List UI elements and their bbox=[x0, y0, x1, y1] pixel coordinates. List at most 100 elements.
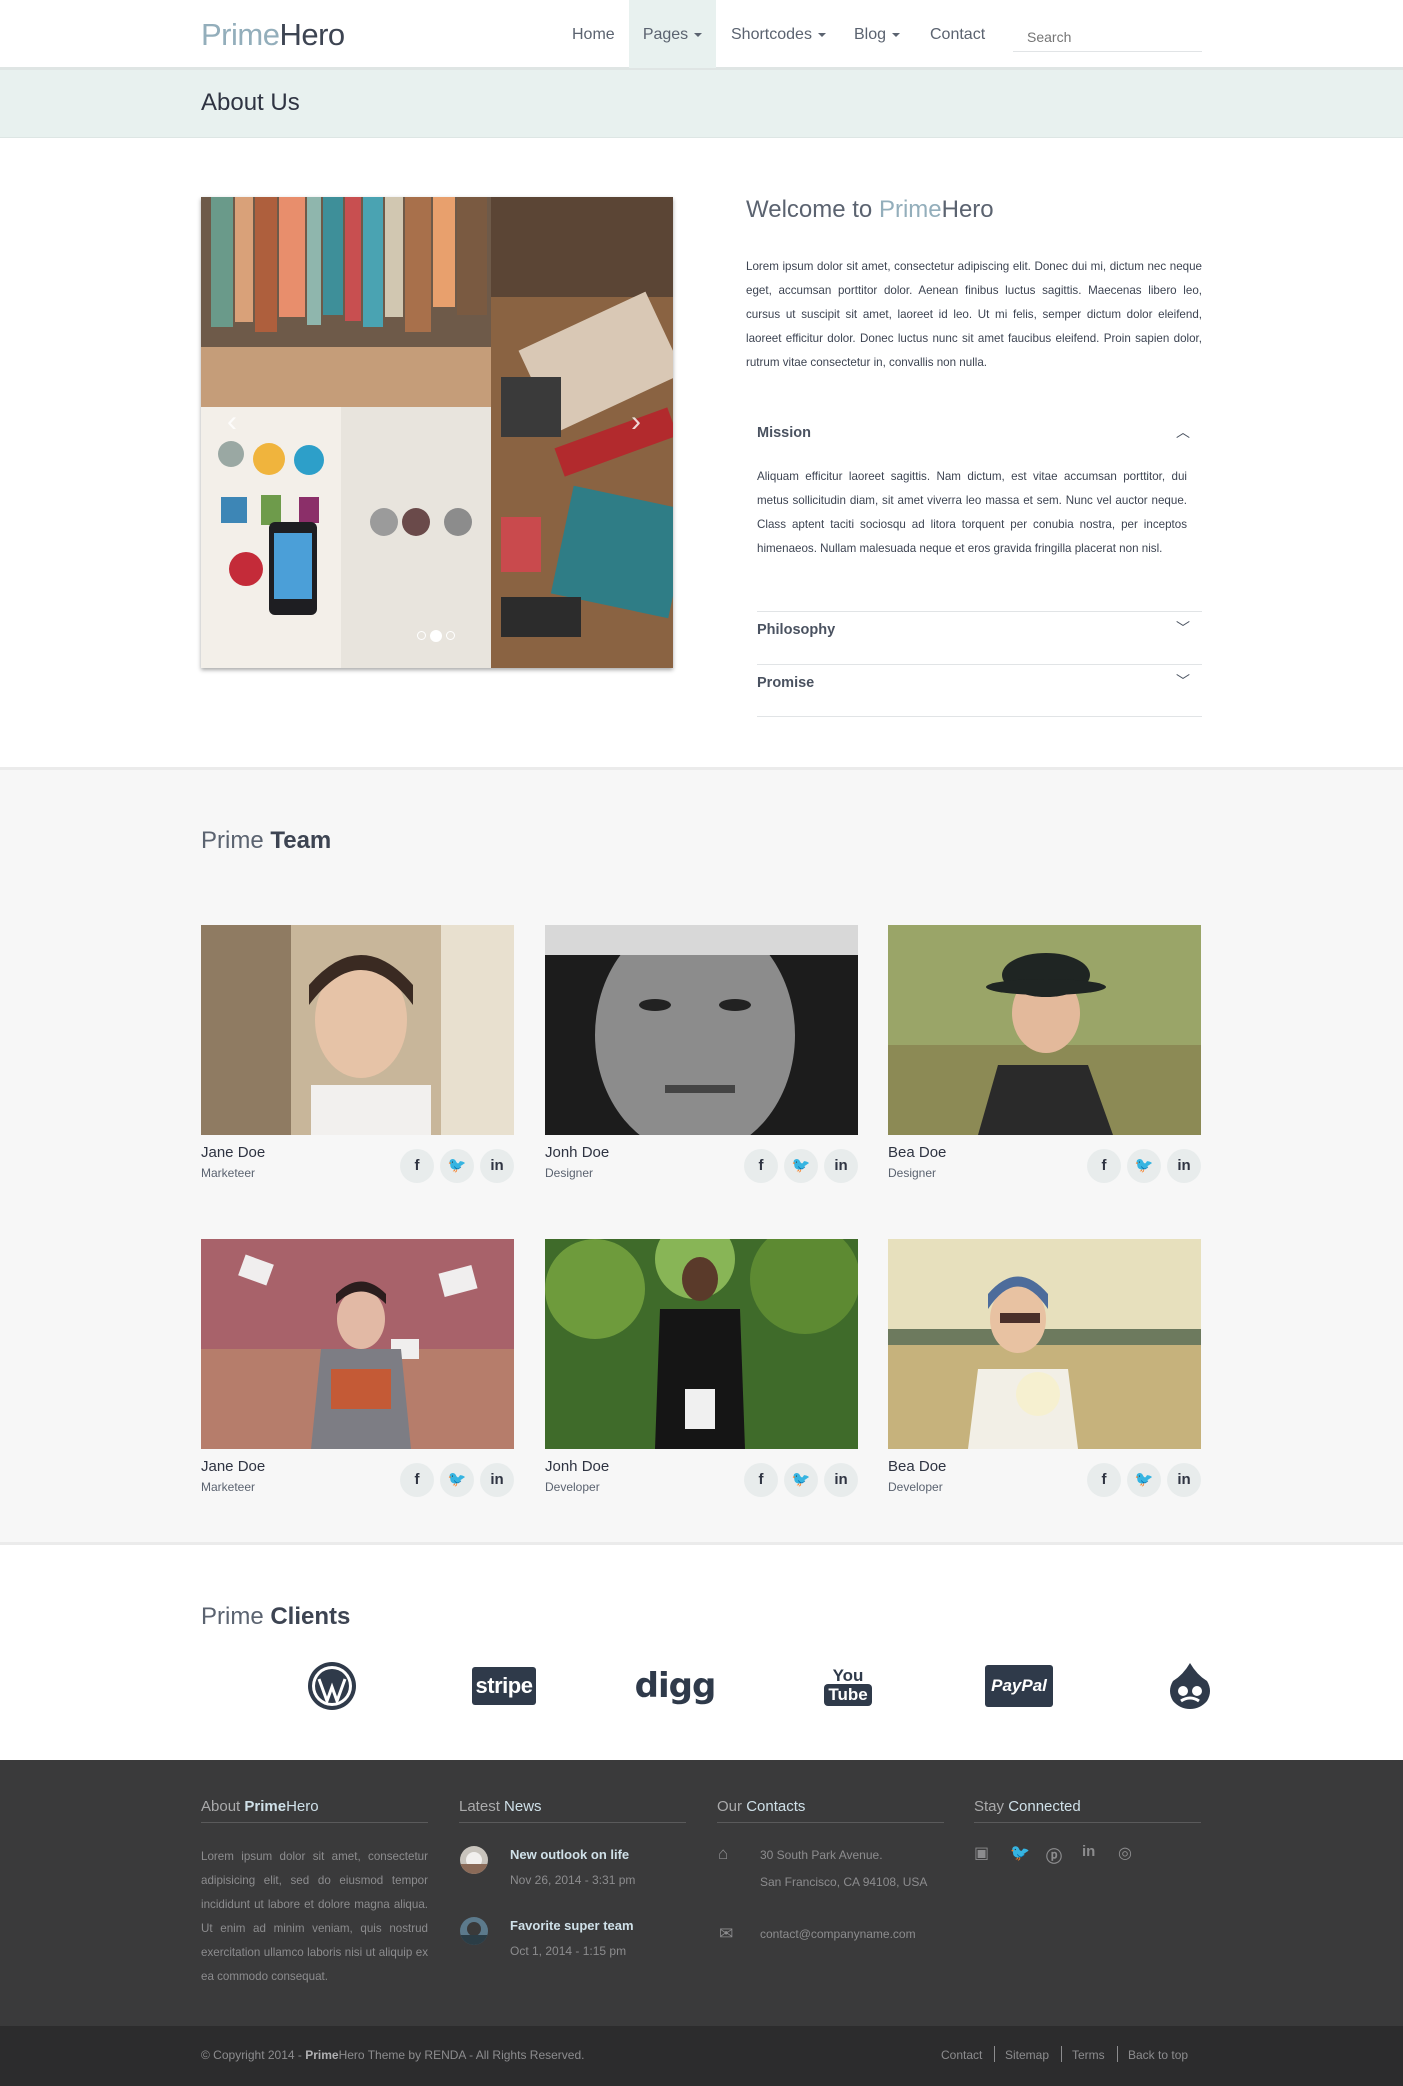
facebook-icon[interactable]: f bbox=[400, 1463, 434, 1497]
linkedin-icon[interactable]: in bbox=[1167, 1463, 1201, 1497]
search-input[interactable] bbox=[1013, 22, 1202, 52]
chevron-down-icon[interactable]: ﹀ bbox=[1176, 618, 1190, 638]
linkedin-icon[interactable]: in bbox=[480, 1463, 514, 1497]
paypal-logo-text: PayPal bbox=[985, 1665, 1053, 1707]
accordion-philosophy-header[interactable]: Philosophy bbox=[757, 622, 1191, 638]
bottom-link-back-to-top[interactable]: Back to top bbox=[1128, 2048, 1188, 2062]
image-slider[interactable]: ‹ › bbox=[201, 197, 673, 668]
member-name: Jonh Doe bbox=[545, 1144, 610, 1161]
linkedin-icon[interactable]: in bbox=[824, 1463, 858, 1497]
nav-contact[interactable]: Contact bbox=[930, 0, 985, 68]
drupal-logo-icon[interactable] bbox=[1166, 1661, 1214, 1711]
digg-logo-icon[interactable]: digg bbox=[635, 1661, 717, 1711]
news-title-link[interactable]: New outlook on life bbox=[510, 1847, 629, 1862]
wordpress-logo-icon[interactable] bbox=[306, 1661, 358, 1711]
home-icon: ⌂ bbox=[718, 1844, 729, 1863]
slider-dot[interactable] bbox=[417, 631, 426, 640]
team-heading: Prime Team bbox=[201, 827, 331, 855]
member-name: Bea Doe bbox=[888, 1144, 947, 1161]
team-card: Jonh Doe Developer f 🐦 in bbox=[545, 1239, 858, 1497]
team-photo bbox=[545, 925, 858, 1135]
footer-connected-heading: Stay Connected bbox=[974, 1798, 1201, 1823]
address-line2: San Francisco, CA 94108, USA bbox=[760, 1875, 928, 1889]
twitter-icon[interactable]: 🐦 bbox=[1127, 1463, 1161, 1497]
news-title-link[interactable]: Favorite super team bbox=[510, 1918, 634, 1933]
team-photo-image bbox=[545, 1239, 858, 1449]
nav-blog[interactable]: Blog bbox=[854, 0, 901, 68]
linkedin-icon[interactable]: in bbox=[1167, 1149, 1201, 1183]
bottom-link-contact[interactable]: Contact bbox=[941, 2048, 982, 2062]
slider-prev-arrow-icon[interactable]: ‹ bbox=[227, 405, 237, 439]
twitter-icon[interactable]: 🐦 bbox=[440, 1463, 474, 1497]
clients-heading-light: Prime bbox=[201, 1603, 271, 1630]
facebook-icon[interactable]: f bbox=[400, 1149, 434, 1183]
footer-connected-heading-light: Stay bbox=[974, 1798, 1009, 1815]
team-heading-light: Prime bbox=[201, 827, 271, 854]
welcome-hero: Hero bbox=[941, 196, 994, 223]
facebook-icon[interactable]: f bbox=[1087, 1149, 1121, 1183]
twitter-icon[interactable]: 🐦 bbox=[1010, 1843, 1030, 1863]
paypal-logo-icon[interactable]: PayPal bbox=[985, 1661, 1053, 1711]
copyright-suffix: Hero Theme by RENDA - All Rights Reserve… bbox=[338, 2048, 585, 2062]
slider-next-arrow-icon[interactable]: › bbox=[631, 405, 641, 439]
pinterest-icon[interactable]: ⓟ bbox=[1046, 1843, 1062, 1867]
welcome-text: Lorem ipsum dolor sit amet, consectetur … bbox=[746, 260, 1202, 369]
dribbble-icon[interactable]: ◎ bbox=[1118, 1843, 1132, 1863]
link-separator bbox=[994, 2046, 995, 2062]
stripe-logo-text: stripe bbox=[471, 1667, 537, 1705]
footer-contacts-heading: Our Contacts bbox=[717, 1798, 944, 1823]
youtube-logo-icon[interactable]: You Tube bbox=[824, 1661, 872, 1711]
member-name: Jonh Doe bbox=[545, 1458, 610, 1475]
bottom-link-terms[interactable]: Terms bbox=[1072, 2048, 1105, 2062]
clients-heading-bold: Clients bbox=[270, 1603, 351, 1630]
nav-pages-label: Pages bbox=[642, 26, 689, 43]
twitter-icon[interactable]: 🐦 bbox=[1127, 1149, 1161, 1183]
team-photo bbox=[201, 925, 514, 1135]
linkedin-icon[interactable]: in bbox=[1082, 1843, 1095, 1860]
chevron-down-icon[interactable]: ﹀ bbox=[1176, 671, 1190, 691]
team-card: Jonh Doe Designer f 🐦 in bbox=[545, 925, 858, 1183]
clients-heading: Prime Clients bbox=[201, 1603, 350, 1631]
linkedin-icon[interactable]: in bbox=[824, 1149, 858, 1183]
footer-about-heading: About PrimeHero bbox=[201, 1798, 428, 1823]
caret-down-icon bbox=[892, 32, 901, 37]
news-avatar bbox=[460, 1846, 488, 1874]
footer-contacts-heading-light: Our bbox=[717, 1798, 747, 1815]
slider-image bbox=[201, 197, 673, 668]
facebook-icon[interactable]: f bbox=[744, 1149, 778, 1183]
youtube-logo-top: You bbox=[832, 1665, 864, 1685]
team-photo-image bbox=[201, 925, 514, 1135]
facebook-icon[interactable]: f bbox=[1087, 1463, 1121, 1497]
facebook-square-icon[interactable]: ▣ bbox=[974, 1843, 989, 1863]
logo[interactable]: PrimeHero bbox=[201, 17, 345, 53]
linkedin-icon[interactable]: in bbox=[480, 1149, 514, 1183]
nav-home[interactable]: Home bbox=[572, 0, 615, 68]
contact-email[interactable]: contact@companyname.com bbox=[760, 1927, 916, 1941]
stripe-logo-icon[interactable]: stripe bbox=[471, 1661, 537, 1711]
bottom-link-sitemap[interactable]: Sitemap bbox=[1005, 2048, 1049, 2062]
member-role: Designer bbox=[888, 1166, 937, 1180]
footer-about-text: Lorem ipsum dolor sit amet, consectetur … bbox=[201, 1850, 428, 1983]
copyright: © Copyright 2014 - PrimeHero Theme by RE… bbox=[201, 2048, 584, 2062]
twitter-icon[interactable]: 🐦 bbox=[784, 1463, 818, 1497]
navbar: PrimeHero Home Pages Shortcodes Blog Con… bbox=[0, 0, 1403, 70]
nav-pages[interactable]: Pages bbox=[629, 0, 716, 68]
envelope-icon: ✉ bbox=[719, 1924, 734, 1943]
twitter-icon[interactable]: 🐦 bbox=[784, 1149, 818, 1183]
twitter-icon[interactable]: 🐦 bbox=[440, 1149, 474, 1183]
page-title: About Us bbox=[201, 89, 300, 116]
accordion-mission-header[interactable]: Mission bbox=[757, 425, 1191, 441]
footer-about-heading-hero: Hero bbox=[286, 1798, 319, 1815]
accordion-mission-body: Aliquam efficitur laoreet sagittis. Nam … bbox=[757, 470, 1187, 555]
accordion-promise-header[interactable]: Promise bbox=[757, 675, 1191, 691]
footer-news-heading: Latest News bbox=[459, 1798, 686, 1823]
slider-dot-active[interactable] bbox=[430, 630, 442, 642]
nav-shortcodes[interactable]: Shortcodes bbox=[731, 0, 826, 68]
facebook-icon[interactable]: f bbox=[744, 1463, 778, 1497]
member-role: Developer bbox=[545, 1480, 600, 1494]
chevron-up-icon[interactable]: ︿ bbox=[1176, 422, 1190, 442]
member-name: Jane Doe bbox=[201, 1458, 266, 1475]
caret-down-icon bbox=[817, 32, 826, 37]
youtube-logo-bottom: Tube bbox=[824, 1683, 872, 1706]
slider-dot[interactable] bbox=[446, 631, 455, 640]
